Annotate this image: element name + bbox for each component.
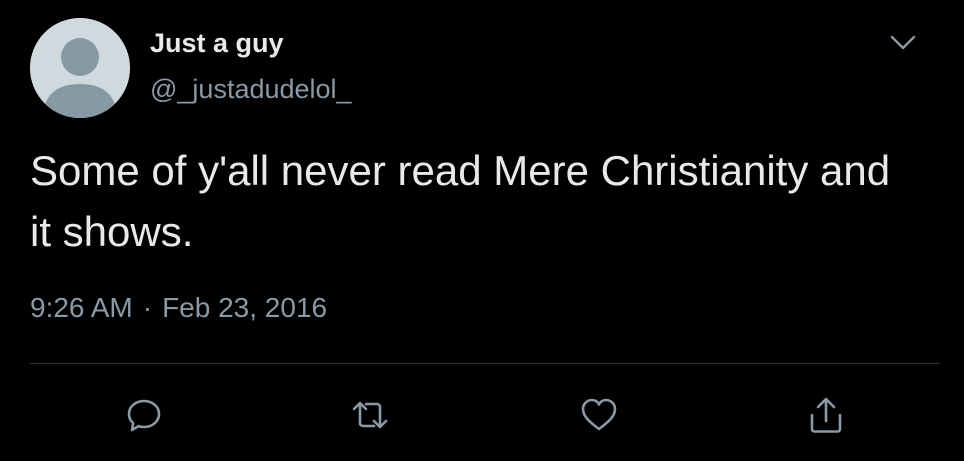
tweet-time: 9:26 AM	[30, 292, 133, 323]
share-button[interactable]	[801, 390, 851, 440]
heart-icon	[581, 398, 617, 431]
display-name[interactable]: Just a guy	[150, 28, 284, 59]
tweet-card: Just a guy @_justadudelol_ Some of y'all…	[0, 0, 964, 461]
action-bar	[0, 390, 964, 440]
default-profile-icon	[30, 18, 130, 118]
tweet-text: Some of y'all never read Mere Christiani…	[30, 147, 891, 255]
reply-icon	[127, 399, 161, 432]
tweet-timestamp[interactable]: 9:26 AM · Feb 23, 2016	[30, 292, 327, 324]
reply-button[interactable]	[119, 390, 169, 440]
chevron-down-icon	[890, 35, 916, 50]
divider	[30, 363, 940, 364]
avatar[interactable]	[30, 18, 130, 118]
like-button[interactable]	[574, 390, 624, 440]
tweet-date: Feb 23, 2016	[162, 292, 328, 323]
meta-separator: ·	[142, 292, 153, 323]
share-icon	[810, 397, 842, 433]
retweet-icon	[352, 401, 388, 429]
more-options-button[interactable]	[888, 30, 918, 54]
retweet-button[interactable]	[345, 390, 395, 440]
user-handle[interactable]: @_justadudelol_	[150, 74, 352, 105]
